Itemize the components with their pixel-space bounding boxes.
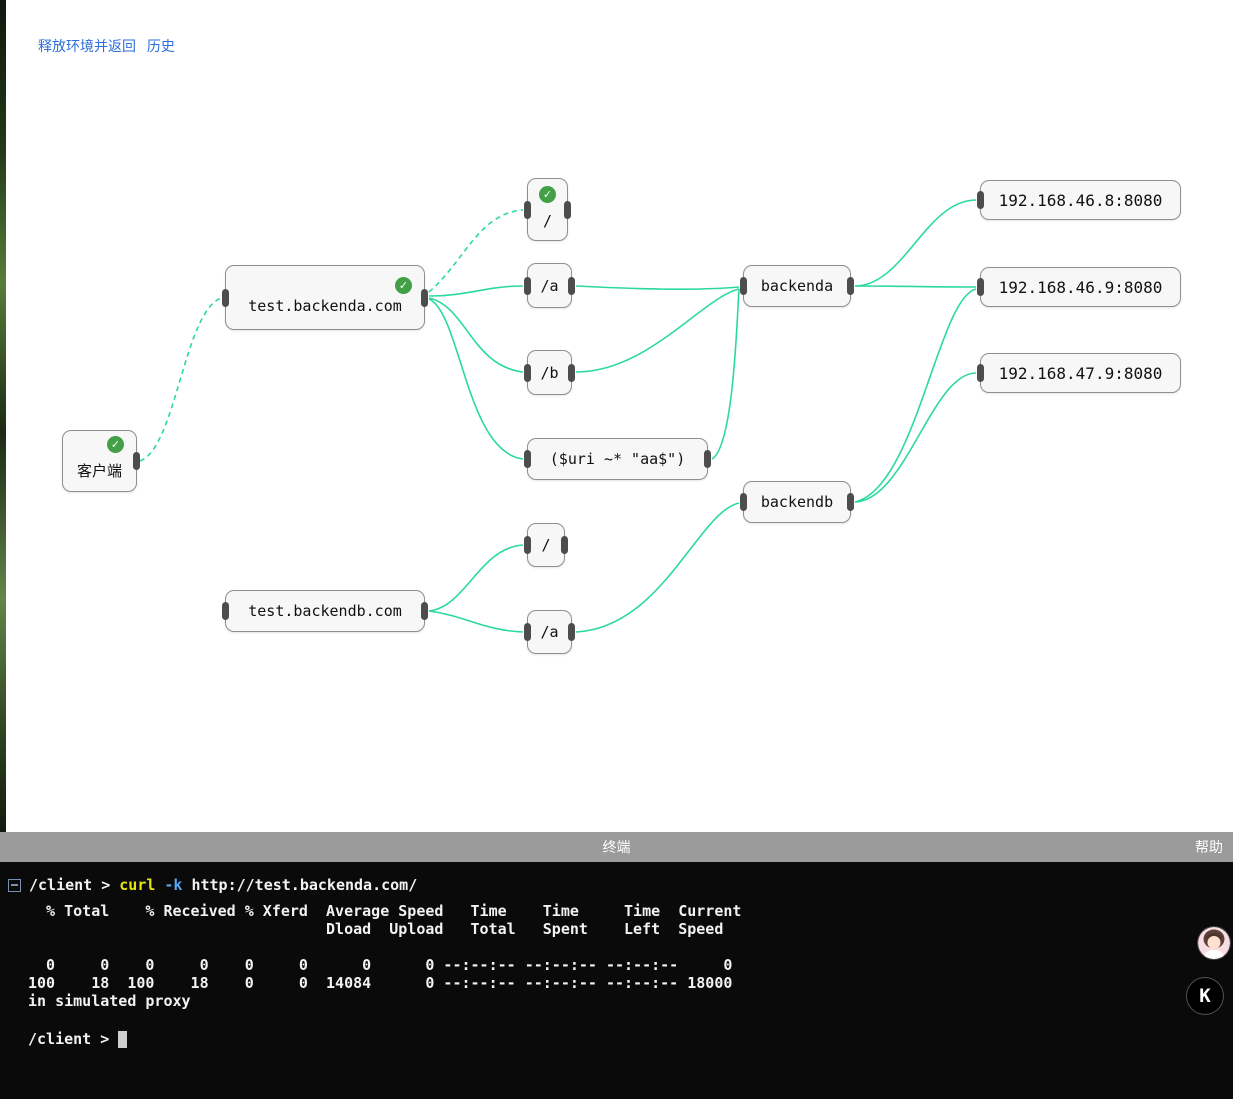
- node-label: 客户端: [76, 461, 122, 480]
- input-port: [524, 363, 531, 382]
- output-port: [568, 623, 575, 641]
- input-port: [524, 450, 531, 468]
- node-label: backendb: [760, 493, 834, 511]
- node-server-46-9[interactable]: 192.168.46.9:8080: [977, 267, 1181, 307]
- input-port: [524, 276, 531, 295]
- output-port: [704, 450, 711, 468]
- terminal-command-line: /client > curl -k http://test.backenda.c…: [0, 876, 1233, 894]
- node-server-47-9[interactable]: 192.168.47.9:8080: [977, 353, 1181, 393]
- node-label: /: [542, 211, 553, 230]
- node-location-regex[interactable]: ($uri ~* "aa$"): [524, 438, 711, 480]
- command-flag: -k: [164, 876, 183, 894]
- node-label: test.backenda.com: [248, 296, 402, 315]
- terminal-panel[interactable]: /client > curl -k http://test.backenda.c…: [0, 862, 1233, 1099]
- help-menu[interactable]: 帮助: [1195, 837, 1233, 857]
- input-port: [222, 602, 229, 620]
- output-port: [561, 536, 568, 554]
- node-label: ($uri ~* "aa$"): [549, 450, 686, 468]
- avatar-illustration: [1198, 927, 1230, 959]
- edge-backenda-server1: [854, 199, 977, 287]
- node-label: /b: [540, 363, 559, 382]
- node-server-46-8[interactable]: 192.168.46.8:8080: [977, 180, 1181, 220]
- text-cursor: [118, 1030, 128, 1048]
- output-port: [568, 363, 575, 382]
- user-avatar[interactable]: [1198, 927, 1230, 959]
- node-label: 192.168.47.9:8080: [998, 363, 1163, 383]
- edge-layer: [139, 199, 977, 633]
- node-label: test.backendb.com: [248, 602, 402, 620]
- edge-hostB-locAB: [428, 610, 524, 633]
- edge-backendb-server2: [854, 288, 977, 503]
- output-port: [421, 288, 428, 307]
- input-port: [740, 277, 747, 295]
- edge-hostB-locRootB: [428, 544, 524, 612]
- edge-locAB-backendb: [575, 502, 740, 633]
- node-label: 192.168.46.8:8080: [998, 190, 1163, 210]
- prompt-prefix: /client >: [28, 1030, 110, 1048]
- node-label: backenda: [760, 277, 834, 295]
- input-port: [524, 536, 531, 554]
- node-upstream-backenda[interactable]: backenda: [740, 265, 854, 307]
- terminal-title: 终端: [602, 839, 631, 855]
- input-port: [524, 200, 531, 219]
- command-name: curl: [119, 876, 156, 894]
- node-host-backenda[interactable]: ✓ test.backenda.com: [222, 265, 428, 330]
- collapse-icon[interactable]: [8, 878, 21, 892]
- terminal-titlebar: 终端 帮助: [0, 832, 1233, 862]
- edge-backendb-server3: [854, 372, 977, 503]
- check-icon: ✓: [107, 436, 124, 453]
- output-port: [847, 277, 854, 295]
- edge-locRegex-backenda: [711, 288, 740, 460]
- input-port: [740, 493, 747, 511]
- output-port: [421, 602, 428, 620]
- node-location-a-b[interactable]: /a: [524, 610, 575, 654]
- node-label: /: [541, 536, 551, 554]
- edge-hostA-locB: [428, 297, 524, 373]
- node-client[interactable]: ✓ 客户端: [62, 430, 140, 492]
- edge-backenda-server2: [854, 285, 977, 288]
- edge-locA-backenda: [575, 285, 740, 291]
- node-label: /a: [540, 623, 559, 641]
- output-port: [847, 493, 854, 511]
- edge-hostA-locRegex: [428, 298, 524, 460]
- output-port: [564, 200, 571, 219]
- check-icon: ✓: [395, 277, 412, 294]
- node-location-b[interactable]: /b: [524, 350, 575, 395]
- node-location-a[interactable]: /a: [524, 263, 575, 308]
- node-location-root-a[interactable]: ✓ /: [524, 178, 571, 241]
- output-port: [568, 276, 575, 295]
- terminal-prompt-line[interactable]: /client >: [28, 1030, 1233, 1048]
- node-host-backendb[interactable]: test.backendb.com: [222, 590, 428, 632]
- node-upstream-backendb[interactable]: backendb: [740, 481, 854, 523]
- edge-hostA-locA: [428, 285, 524, 297]
- input-port: [222, 288, 229, 307]
- output-port: [133, 452, 140, 470]
- node-location-root-b[interactable]: /: [524, 523, 568, 567]
- input-port: [977, 278, 984, 296]
- edge-client-hostA: [139, 297, 222, 462]
- kong-badge-letter: K: [1199, 985, 1211, 1007]
- input-port: [524, 623, 531, 641]
- input-port: [977, 191, 984, 209]
- graph-canvas: 释放环境并返回 历史 ✓ 客户端 ✓ test.backenda.com ✓ /…: [0, 0, 1233, 832]
- edge-hostA-locRoot: [428, 209, 524, 293]
- node-label: 192.168.46.9:8080: [998, 277, 1163, 297]
- command-arg: http://test.backenda.com/: [191, 876, 418, 894]
- input-port: [977, 364, 984, 382]
- node-label: /a: [540, 276, 559, 295]
- check-icon: ✓: [539, 186, 556, 203]
- prompt-prefix: /client >: [29, 876, 111, 894]
- kong-badge[interactable]: K: [1187, 978, 1223, 1014]
- edge-locB-backenda: [575, 288, 740, 373]
- terminal-output: % Total % Received % Xferd Average Speed…: [28, 902, 742, 1010]
